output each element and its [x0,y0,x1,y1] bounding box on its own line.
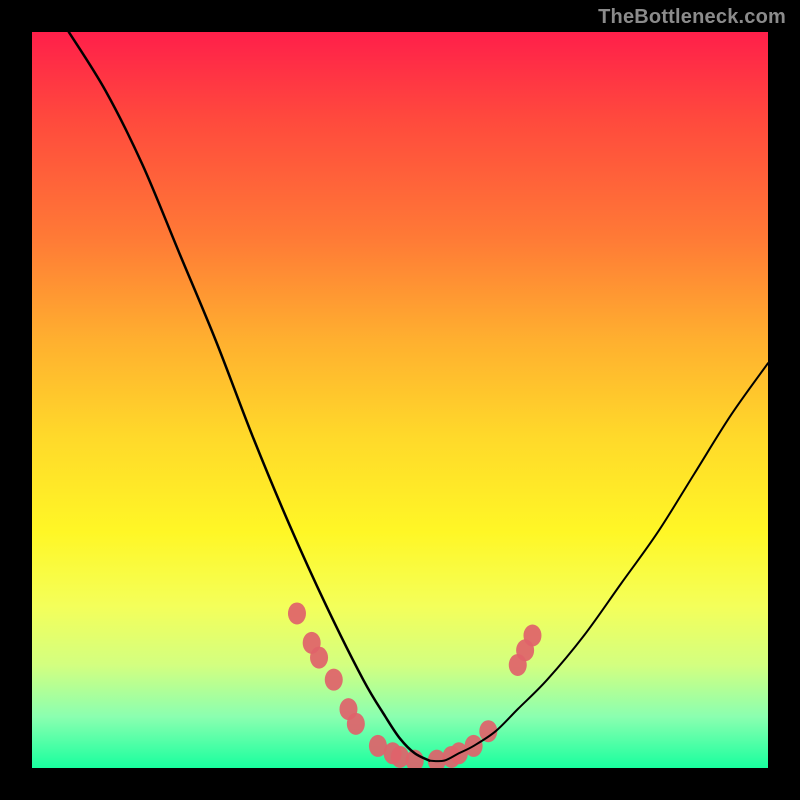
chart-marker [523,625,541,647]
chart-marker [310,647,328,669]
chart-marker [288,602,306,624]
chart-plot-area [32,32,768,768]
chart-marker [325,669,343,691]
chart-markers [288,602,542,768]
chart-svg [32,32,768,768]
right-curve [429,363,768,761]
left-curve [69,32,430,761]
chart-frame: TheBottleneck.com [0,0,800,800]
chart-marker [347,713,365,735]
watermark-text: TheBottleneck.com [598,6,786,29]
